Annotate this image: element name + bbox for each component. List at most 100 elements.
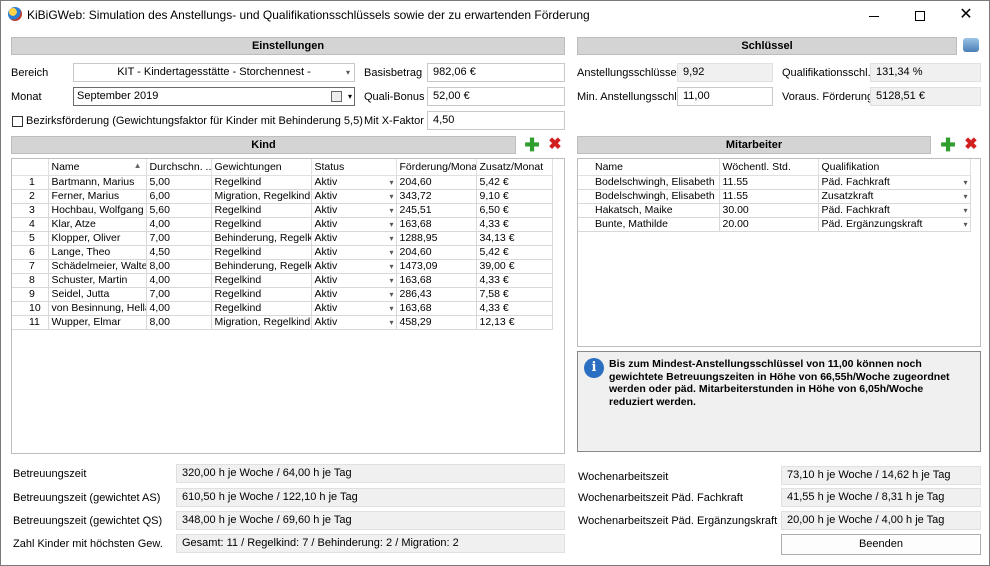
add-mitarbeiter-button[interactable]: ✚	[940, 136, 956, 154]
column-header-stunden[interactable]: Wöchentl. Std.	[719, 159, 819, 176]
foerderung-cell[interactable]: 204,60	[396, 245, 477, 260]
zusatz-cell[interactable]: 7,58 €	[476, 287, 553, 302]
name-cell[interactable]: Ferner, Marius	[48, 189, 147, 204]
bezirk-checkbox[interactable]	[12, 116, 23, 127]
delete-mitarbeiter-button[interactable]: ✖	[963, 137, 979, 153]
row-selector[interactable]	[578, 217, 592, 232]
ma-name-cell[interactable]: Bunte, Mathilde	[592, 217, 720, 232]
zusatz-cell[interactable]: 4,33 €	[476, 273, 553, 288]
gewichtungen-cell[interactable]: Regelkind	[211, 301, 312, 316]
name-cell[interactable]: Schuster, Martin	[48, 273, 147, 288]
status-cell[interactable]: Aktiv	[311, 217, 397, 232]
zusatz-cell[interactable]: 4,33 €	[476, 217, 553, 232]
row-selector[interactable]	[578, 175, 592, 190]
status-cell[interactable]: Aktiv	[311, 203, 397, 218]
foerderung-cell[interactable]: 163,68	[396, 273, 477, 288]
table-row[interactable]: Bodelschwingh, Elisabeth 11.55 Zusatzkraft	[578, 189, 971, 204]
calendar-icon[interactable]	[331, 91, 342, 102]
name-cell[interactable]: von Besinnung, Hella	[48, 301, 147, 316]
gewichtungen-cell[interactable]: Regelkind	[211, 287, 312, 302]
column-header-foerderung[interactable]: Förderung/Monat	[396, 159, 477, 176]
table-row[interactable]: 8Schuster, Martin4,00RegelkindAktiv163,6…	[12, 273, 553, 288]
durchschn-cell[interactable]: 8,00	[146, 259, 212, 274]
gewichtungen-cell[interactable]: Behinderung, Regelkind	[211, 259, 312, 274]
row-selector[interactable]	[578, 189, 592, 204]
row-selector[interactable]	[578, 203, 592, 218]
column-header-durchschn[interactable]: Durchschn. ...	[146, 159, 212, 176]
column-header-name[interactable]: Name ▲	[48, 159, 147, 176]
gewichtungen-cell[interactable]: Regelkind	[211, 245, 312, 260]
foerderung-cell[interactable]: 286,43	[396, 287, 477, 302]
zusatz-cell[interactable]: 39,00 €	[476, 259, 553, 274]
durchschn-cell[interactable]: 4,00	[146, 273, 212, 288]
column-header-status[interactable]: Status	[311, 159, 397, 176]
gewichtungen-cell[interactable]: Regelkind	[211, 175, 312, 190]
refresh-icon[interactable]	[963, 38, 979, 52]
gewichtungen-cell[interactable]: Regelkind	[211, 203, 312, 218]
zusatz-cell[interactable]: 6,50 €	[476, 203, 553, 218]
durchschn-cell[interactable]: 4,50	[146, 245, 212, 260]
column-header-ma-name[interactable]: Name	[592, 159, 720, 176]
zusatz-cell[interactable]: 5,42 €	[476, 245, 553, 260]
table-row[interactable]: 1Bartmann, Marius5,00RegelkindAktiv204,6…	[12, 175, 553, 190]
kind-table[interactable]: Name ▲ Durchschn. ... Gewichtungen Statu…	[11, 158, 565, 454]
gewichtungen-cell[interactable]: Regelkind	[211, 273, 312, 288]
status-cell[interactable]: Aktiv	[311, 175, 397, 190]
xfaktor-field[interactable]: 4,50	[427, 111, 565, 130]
durchschn-cell[interactable]: 4,00	[146, 217, 212, 232]
column-header-gewichtungen[interactable]: Gewichtungen	[211, 159, 312, 176]
column-header-qualifikation[interactable]: Qualifikation	[818, 159, 971, 176]
gewichtungen-cell[interactable]: Regelkind	[211, 217, 312, 232]
name-cell[interactable]: Bartmann, Marius	[48, 175, 147, 190]
table-row[interactable]: Bunte, Mathilde 20.00 Päd. Ergänzungskraft	[578, 217, 971, 232]
durchschn-cell[interactable]: 6,00	[146, 189, 212, 204]
row-selector[interactable]	[12, 259, 26, 274]
status-cell[interactable]: Aktiv	[311, 273, 397, 288]
minimize-button[interactable]	[851, 1, 897, 29]
status-cell[interactable]: Aktiv	[311, 287, 397, 302]
foerderung-cell[interactable]: 163,68	[396, 217, 477, 232]
row-selector[interactable]	[12, 217, 26, 232]
stunden-cell[interactable]: 20.00	[719, 217, 819, 232]
zusatz-cell[interactable]: 12,13 €	[476, 315, 553, 330]
row-selector[interactable]	[12, 301, 26, 316]
table-row[interactable]: Hakatsch, Maike 30.00 Päd. Fachkraft	[578, 203, 971, 218]
row-selector[interactable]	[12, 175, 26, 190]
gewichtungen-cell[interactable]: Migration, Regelkind	[211, 315, 312, 330]
row-selector[interactable]	[12, 189, 26, 204]
durchschn-cell[interactable]: 4,00	[146, 301, 212, 316]
table-row[interactable]: 3Hochbau, Wolfgang5,60RegelkindAktiv245,…	[12, 203, 553, 218]
durchschn-cell[interactable]: 7,00	[146, 231, 212, 246]
status-cell[interactable]: Aktiv	[311, 231, 397, 246]
foerderung-cell[interactable]: 1288,95	[396, 231, 477, 246]
table-row[interactable]: Bodelschwingh, Elisabeth 11.55 Päd. Fachkr…	[578, 175, 971, 190]
stunden-cell[interactable]: 11.55	[719, 175, 819, 190]
durchschn-cell[interactable]: 8,00	[146, 315, 212, 330]
qualibonus-field[interactable]: 52,00 €	[427, 87, 565, 106]
table-row[interactable]: 10 von Besinnung, Hella 4,00 Regelkind Aktiv…	[12, 301, 553, 316]
table-row[interactable]: 7 Schädelmeier, Walter 8,00 Behinderung, Re…	[12, 259, 553, 274]
status-cell[interactable]: Aktiv	[311, 315, 397, 330]
gewichtungen-cell[interactable]: Migration, Regelkind	[211, 189, 312, 204]
ma-name-cell[interactable]: Bodelschwingh, Elisabeth	[592, 175, 720, 190]
table-row[interactable]: 5Klopper, Oliver7,00Behinderung, Regelki…	[12, 231, 553, 246]
durchschn-cell[interactable]: 5,00	[146, 175, 212, 190]
bereich-select[interactable]: KIT - Kindertagesstätte - Storchennest -…	[73, 63, 355, 82]
name-cell[interactable]: Seidel, Jutta	[48, 287, 147, 302]
ma-name-cell[interactable]: Bodelschwingh, Elisabeth	[592, 189, 720, 204]
ma-name-cell[interactable]: Hakatsch, Maike	[592, 203, 720, 218]
foerderung-cell[interactable]: 1473,09	[396, 259, 477, 274]
qualifikation-cell[interactable]: Päd. Fachkraft	[818, 175, 971, 190]
stunden-cell[interactable]: 30.00	[719, 203, 819, 218]
qualifikation-cell[interactable]: Päd. Ergänzungskraft	[818, 217, 971, 232]
name-cell[interactable]: Hochbau, Wolfgang	[48, 203, 147, 218]
zusatz-cell[interactable]: 5,42 €	[476, 175, 553, 190]
qualifikation-cell[interactable]: Zusatzkraft	[818, 189, 971, 204]
row-selector[interactable]	[12, 287, 26, 302]
close-button[interactable]: ✕	[943, 1, 989, 29]
beenden-button[interactable]: Beenden	[781, 534, 981, 555]
foerderung-cell[interactable]: 163,68	[396, 301, 477, 316]
row-selector[interactable]	[12, 231, 26, 246]
status-cell[interactable]: Aktiv	[311, 189, 397, 204]
add-kind-button[interactable]: ✚	[524, 136, 540, 154]
